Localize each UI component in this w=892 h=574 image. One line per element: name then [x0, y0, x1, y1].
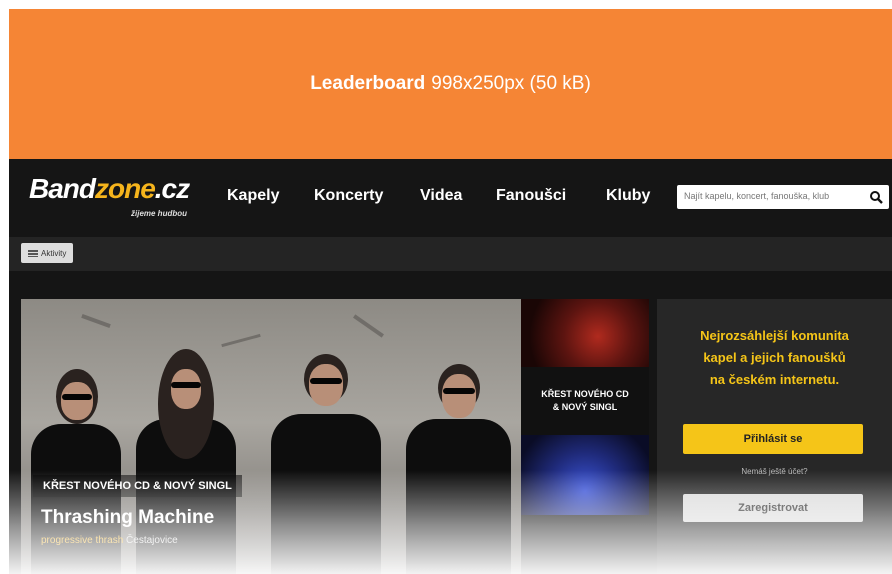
list-icon [28, 249, 38, 257]
logo-zone: zone [95, 173, 156, 204]
thumbnail-caption-line1: KŘEST NOVÉHO CD [541, 389, 629, 399]
member-body [406, 419, 511, 574]
hero-meta: progressive thrash Čestajovice [41, 535, 178, 546]
nav-item-kapely[interactable]: Kapely [227, 187, 279, 205]
sunglasses [310, 378, 342, 384]
logo-band: Band [29, 173, 96, 204]
member-body [271, 414, 381, 574]
banner-title: Leaderboard [310, 73, 426, 94]
activity-button[interactable]: Aktivity [21, 243, 74, 263]
search-box[interactable]: Najít kapelu, koncert, fanouška, klub [677, 185, 889, 209]
thumbnail-caption-line2: & NOVÝ SINGL [552, 402, 618, 412]
sunglasses [443, 388, 475, 394]
leaderboard-banner: Leaderboard 998x250px (50 kB) [9, 9, 892, 159]
panel-headline-line2: kapel a jejich fanoušků [703, 350, 846, 365]
panel-headline: Nejrozsáhlejší komunita kapel a jejich f… [671, 325, 878, 391]
wall-texture [81, 313, 111, 329]
nav-item-kluby[interactable]: Kluby [606, 187, 650, 205]
hero-slide[interactable]: KŘEST NOVÉHO CD & NOVÝ SINGL Thrashing M… [21, 299, 521, 574]
login-button[interactable]: Přihlásit se [683, 424, 863, 454]
nav-item-videa[interactable]: Videa [420, 187, 462, 205]
slide-thumbnail-2[interactable]: KŘEST NOVÉHO CD & NOVÝ SINGL [521, 367, 649, 435]
logo-tagline: žijeme hudbou [131, 209, 187, 218]
slide-thumbnail-1[interactable] [521, 299, 649, 367]
logo-cz: .cz [154, 173, 190, 204]
member-face [171, 369, 201, 409]
sunglasses [171, 382, 201, 388]
signup-panel: Nejrozsáhlejší komunita kapel a jejich f… [657, 299, 892, 574]
sunglasses [62, 394, 92, 400]
sub-toolbar: Aktivity [9, 237, 892, 271]
band-member-photo [406, 334, 511, 574]
register-button[interactable]: Zaregistrovat [683, 494, 863, 522]
activity-label: Aktivity [41, 248, 67, 258]
member-body [31, 424, 121, 574]
search-input[interactable]: Najít kapelu, koncert, fanouška, klub [684, 191, 829, 201]
top-navigation: Bandzone.cz žijeme hudbou Kapely Koncert… [9, 159, 892, 237]
no-account-text: Nemáš ještě účet? [741, 467, 808, 476]
band-member-photo [271, 324, 381, 574]
site-frame: Bandzone.cz žijeme hudbou Kapely Koncert… [9, 159, 892, 574]
banner-spec: 998x250px (50 kB) [431, 73, 591, 94]
member-face [61, 382, 93, 420]
member-face [309, 364, 343, 406]
hero-caption: KŘEST NOVÉHO CD & NOVÝ SINGL [33, 475, 242, 497]
site-logo[interactable]: Bandzone.cz [29, 173, 190, 205]
slide-thumbnail-3[interactable] [521, 435, 649, 515]
member-face [442, 374, 476, 418]
nav-item-koncerty[interactable]: Koncerty [314, 187, 383, 205]
panel-headline-line1: Nejrozsáhlejší komunita [700, 328, 849, 343]
hero-band-name[interactable]: Thrashing Machine [41, 507, 214, 529]
panel-headline-line3: na českém internetu. [709, 372, 840, 387]
nav-item-fanousci[interactable]: Fanoušci [496, 187, 566, 205]
search-icon[interactable] [869, 190, 883, 204]
hero-location: Čestajovice [126, 535, 178, 546]
hero-genre[interactable]: progressive thrash [41, 535, 123, 546]
